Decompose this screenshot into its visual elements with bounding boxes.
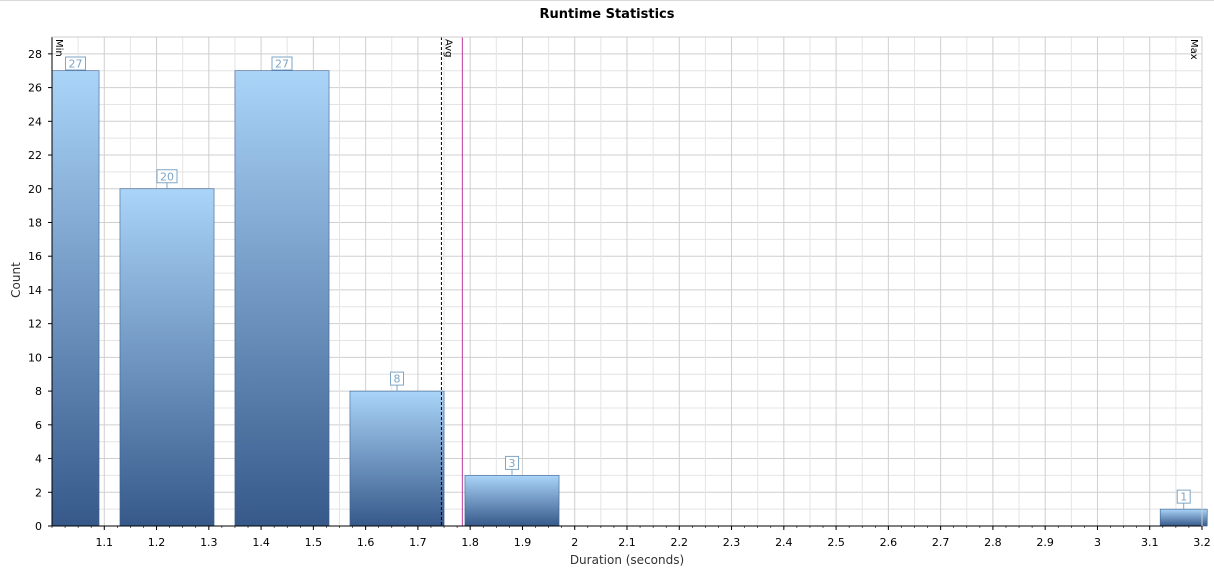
y-tick-label: 6 (35, 419, 42, 432)
y-tick-label: 4 (35, 453, 42, 466)
x-tick-label: 2.8 (984, 536, 1002, 549)
x-tick-label: 2.1 (618, 536, 636, 549)
data-label: 27 (275, 58, 289, 71)
x-tick-label: 1.7 (409, 536, 427, 549)
y-tick-label: 0 (35, 520, 42, 533)
grid-lines (51, 36, 1203, 527)
data-label: 20 (160, 170, 174, 183)
x-tick-label: 2.2 (671, 536, 689, 549)
y-tick-label: 10 (28, 351, 42, 364)
x-tick-label: 1.9 (514, 536, 532, 549)
min-marker-label: Min (53, 39, 64, 57)
x-tick-label: 1.4 (252, 536, 270, 549)
y-tick-label: 20 (28, 183, 42, 196)
data-label: 27 (69, 58, 83, 71)
histogram-bar (349, 390, 445, 527)
y-tick-label: 14 (28, 284, 42, 297)
x-tick-label: 1.2 (148, 536, 166, 549)
max-marker-label: Max (1188, 39, 1199, 60)
x-tick-label: 2.3 (723, 536, 741, 549)
y-tick-label: 8 (35, 385, 42, 398)
histogram-bar (234, 70, 330, 527)
histogram-bar (1159, 508, 1208, 527)
y-tick-label: 28 (28, 48, 42, 61)
y-tick-label: 2 (35, 486, 42, 499)
histogram-chart: Min Avg Max 02468101214161820222426281.1 1.… (28, 36, 1211, 549)
data-label: 3 (509, 457, 516, 470)
data-label: 8 (394, 373, 401, 386)
bars-group (51, 70, 1208, 527)
y-tick-label: 26 (28, 82, 42, 95)
y-tick-label: 12 (28, 318, 42, 331)
y-tick-label: 16 (28, 250, 42, 263)
x-tick-label: 1.5 (305, 536, 323, 549)
x-tick-label: 2.5 (827, 536, 845, 549)
x-tick-label: 2.9 (1036, 536, 1054, 549)
x-tick-label: 2.4 (775, 536, 793, 549)
x-tick-label: 2 (571, 536, 578, 549)
histogram-bar (51, 70, 100, 527)
y-tick-label: 24 (28, 115, 42, 128)
histogram-bar (119, 188, 215, 527)
y-tick-label: 22 (28, 149, 42, 162)
x-tick-label: 1.8 (461, 536, 479, 549)
x-tick-label: 1.6 (357, 536, 375, 549)
data-label: 1 (1180, 491, 1187, 504)
avg-marker-label: Avg (442, 39, 453, 58)
x-tick-label: 2.6 (880, 536, 898, 549)
x-tick-label: 1.1 (96, 536, 114, 549)
x-tick-label: 3.2 (1193, 536, 1211, 549)
x-tick-label: 3.1 (1141, 536, 1159, 549)
x-tick-label: 2.7 (932, 536, 950, 549)
histogram-bar (464, 475, 560, 527)
y-tick-label: 18 (28, 216, 42, 229)
x-tick-label: 3 (1094, 536, 1101, 549)
x-tick-label: 1.3 (200, 536, 218, 549)
